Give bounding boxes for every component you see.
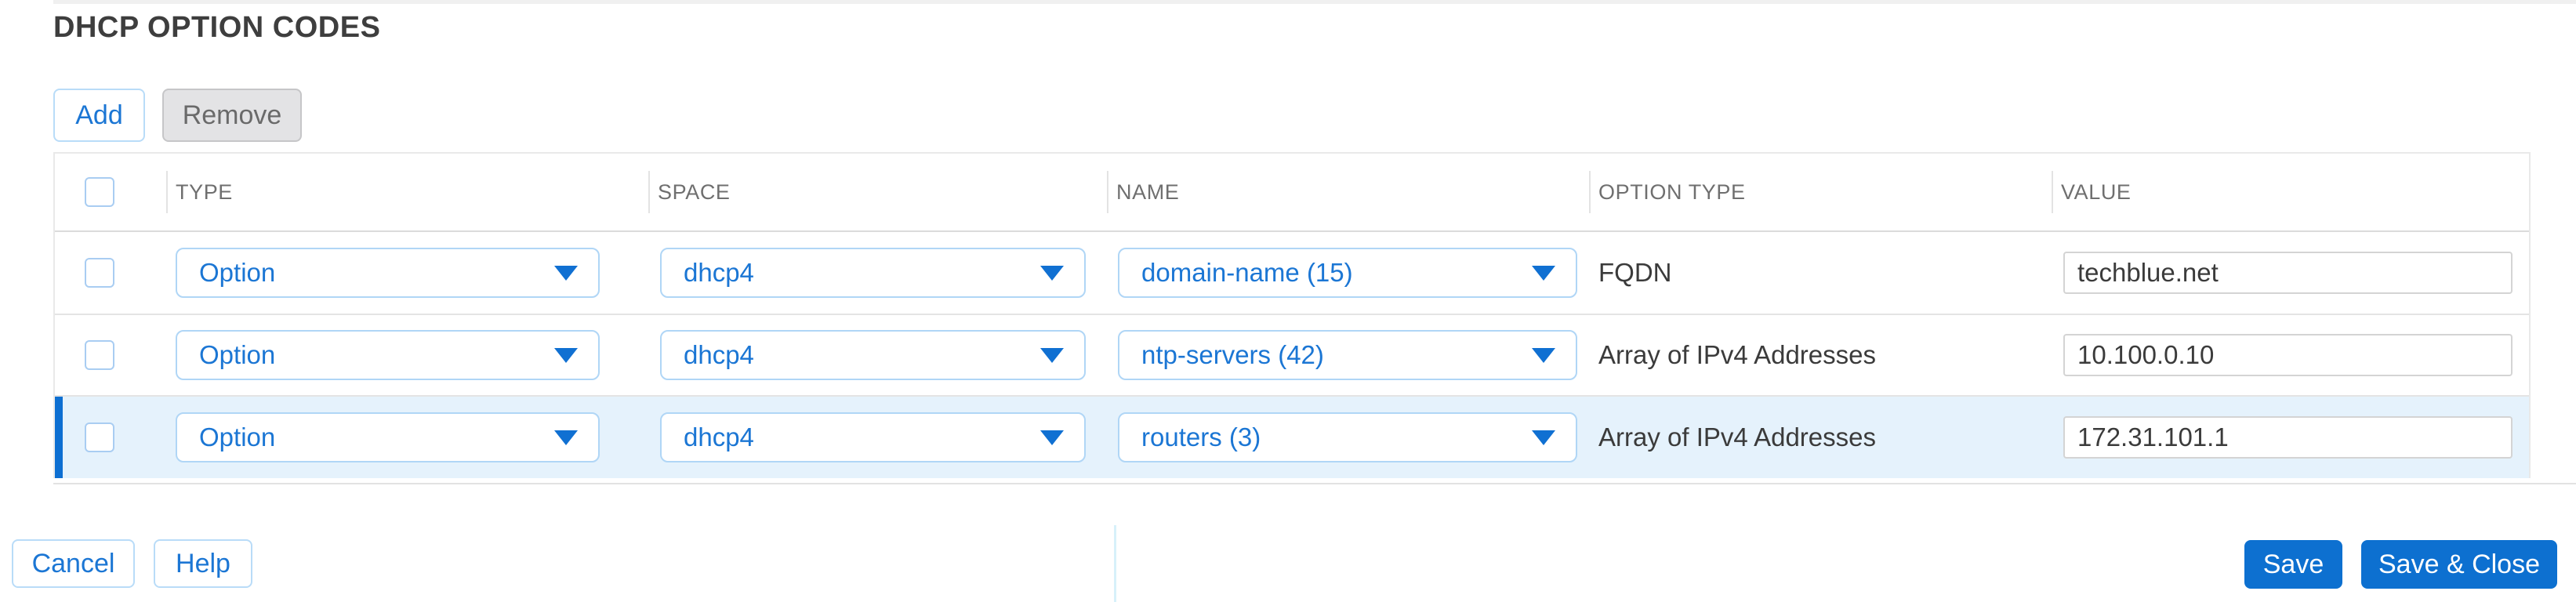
caret-down-icon <box>1040 430 1064 445</box>
caret-down-icon <box>1532 265 1555 281</box>
space-select[interactable]: dhcp4 <box>660 248 1086 298</box>
panel-divider <box>1114 525 1116 602</box>
option-type-text: FQDN <box>1598 258 1672 287</box>
table-row-selected: Option dhcp4 routers (3) Array of IPv4 A… <box>55 395 2529 478</box>
row-checkbox[interactable] <box>85 340 114 370</box>
row-checkbox[interactable] <box>85 422 114 452</box>
help-button[interactable]: Help <box>154 539 252 588</box>
type-select[interactable]: Option <box>176 330 600 380</box>
caret-down-icon <box>1040 265 1064 281</box>
column-header-type: TYPE <box>166 154 648 230</box>
type-select[interactable]: Option <box>176 412 600 462</box>
select-all-checkbox[interactable] <box>85 177 114 207</box>
column-header-option-type: OPTION TYPE <box>1589 154 2052 230</box>
row-checkbox[interactable] <box>85 258 114 288</box>
type-select[interactable]: Option <box>176 248 600 298</box>
dhcp-options-table: TYPE SPACE NAME OPTION TYPE VALUE Option… <box>53 152 2531 478</box>
caret-down-icon <box>554 265 578 281</box>
name-select[interactable]: domain-name (15) <box>1118 248 1577 298</box>
save-and-close-button[interactable]: Save & Close <box>2361 540 2557 589</box>
option-type-text: Array of IPv4 Addresses <box>1598 422 1876 452</box>
value-input[interactable] <box>2063 252 2513 294</box>
space-select[interactable]: dhcp4 <box>660 330 1086 380</box>
space-select[interactable]: dhcp4 <box>660 412 1086 462</box>
top-divider <box>53 0 2576 4</box>
caret-down-icon <box>1040 347 1064 363</box>
column-header-name: NAME <box>1107 154 1589 230</box>
table-row: Option dhcp4 ntp-servers (42) Array of I… <box>55 314 2529 395</box>
caret-down-icon <box>554 347 578 363</box>
remove-button[interactable]: Remove <box>162 89 302 142</box>
caret-down-icon <box>1532 430 1555 445</box>
caret-down-icon <box>1532 347 1555 363</box>
cancel-button[interactable]: Cancel <box>12 539 135 588</box>
column-header-value: VALUE <box>2052 154 2529 230</box>
header-checkbox-cell <box>55 154 166 230</box>
column-header-space: SPACE <box>648 154 1107 230</box>
name-select[interactable]: ntp-servers (42) <box>1118 330 1577 380</box>
value-input[interactable] <box>2063 416 2513 459</box>
option-type-text: Array of IPv4 Addresses <box>1598 340 1876 369</box>
value-input[interactable] <box>2063 334 2513 376</box>
page-title: DHCP OPTION CODES <box>53 11 381 44</box>
footer-divider <box>53 483 2576 484</box>
table-header: TYPE SPACE NAME OPTION TYPE VALUE <box>55 154 2529 232</box>
add-button[interactable]: Add <box>53 89 145 142</box>
save-button[interactable]: Save <box>2244 540 2342 589</box>
name-select[interactable]: routers (3) <box>1118 412 1577 462</box>
table-row: Option dhcp4 domain-name (15) FQDN <box>55 232 2529 314</box>
caret-down-icon <box>554 430 578 445</box>
